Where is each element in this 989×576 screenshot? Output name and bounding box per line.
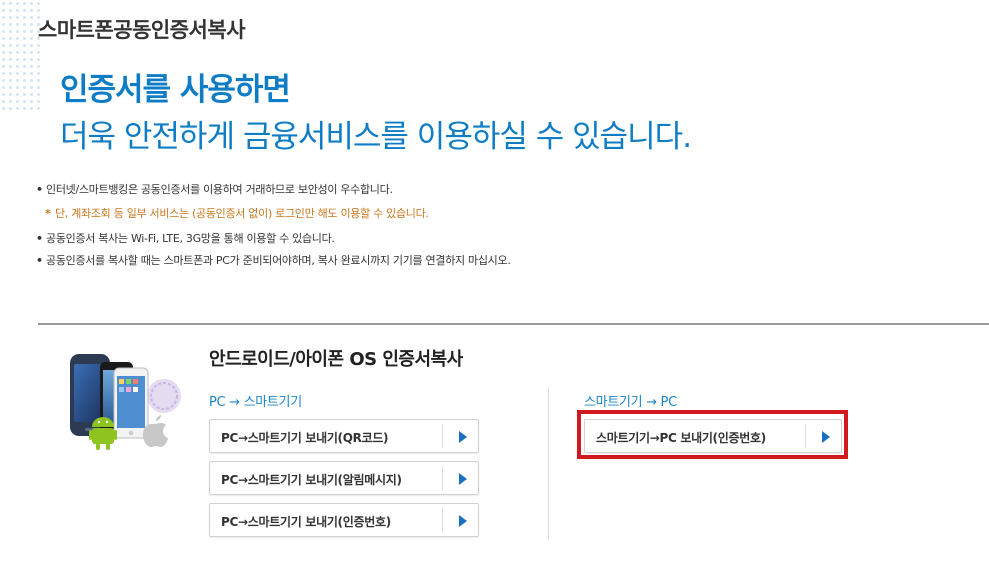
notice-text: 공동인증서를 복사할 때는 스마트폰과 PC가 준비되어야하며, 복사 완료시까… (46, 254, 511, 267)
pattern-circle-icon (147, 379, 181, 413)
smartphones-illustration (70, 354, 181, 450)
phone-iphone-white-icon (113, 367, 149, 439)
notice-bullet: • (36, 232, 43, 245)
button-label: PC→스마트기기 보내기(QR코드) (221, 431, 389, 445)
page-title: 스마트폰공동인증서복사 (38, 18, 246, 42)
button-separator (442, 424, 443, 448)
notice-bullet: • (36, 254, 43, 267)
button-label: PC→스마트기기 보내기(인증번호) (221, 515, 391, 529)
notice-asterisk: * (45, 207, 51, 220)
smart-to-pc-label: 스마트기기 → PC (584, 395, 677, 410)
notice-item: • 인터넷/스마트뱅킹은 공동인증서를 이용하여 거래하므로 보안성이 우수합니다… (36, 181, 393, 197)
notice-bullet: • (36, 183, 43, 196)
notice-text: 공동인증서 복사는 Wi-Fi, LTE, 3G망을 통해 이용할 수 있습니다… (46, 232, 335, 245)
notice-item: • 공동인증서 복사는 Wi-Fi, LTE, 3G망을 통해 이용할 수 있습니… (36, 230, 335, 246)
button-separator (442, 466, 443, 490)
pc-to-smart-label: PC → 스마트기기 (209, 395, 302, 410)
pc-to-smart-auth-number-button[interactable]: PC→스마트기기 보내기(인증번호) (209, 503, 479, 537)
pc-to-smart-qr-button[interactable]: PC→스마트기기 보내기(QR코드) (209, 419, 479, 453)
arrow-right-icon (459, 473, 467, 485)
hero-subheading: 더욱 안전하게 금융서비스를 이용하실 수 있습니다. (60, 119, 692, 155)
arrow-right-icon (459, 515, 467, 527)
highlight-box (577, 410, 848, 459)
decorative-dot-pattern (0, 0, 40, 110)
hero-heading: 인증서를 사용하면 (60, 72, 291, 108)
section-divider (38, 323, 989, 325)
notice-text: 인터넷/스마트뱅킹은 공동인증서를 이용하여 거래하므로 보안성이 우수합니다. (46, 183, 393, 196)
pc-to-smart-notification-button[interactable]: PC→스마트기기 보내기(알림메시지) (209, 461, 479, 495)
button-label: PC→스마트기기 보내기(알림메시지) (221, 473, 402, 487)
button-separator (442, 508, 443, 532)
notice-item: • 공동인증서를 복사할 때는 스마트폰과 PC가 준비되어야하며, 복사 완료시… (36, 252, 511, 268)
notice-subitem: * 단, 계좌조회 등 일부 서비스는 (공동인증서 없이) 로그인만 해도 이용… (45, 205, 429, 221)
section-title: 안드로이드/아이폰 OS 인증서복사 (209, 349, 463, 370)
column-divider (548, 387, 549, 539)
notice-text: 단, 계좌조회 등 일부 서비스는 (공동인증서 없이) 로그인만 해도 이용할… (55, 207, 429, 220)
arrow-right-icon (459, 431, 467, 443)
